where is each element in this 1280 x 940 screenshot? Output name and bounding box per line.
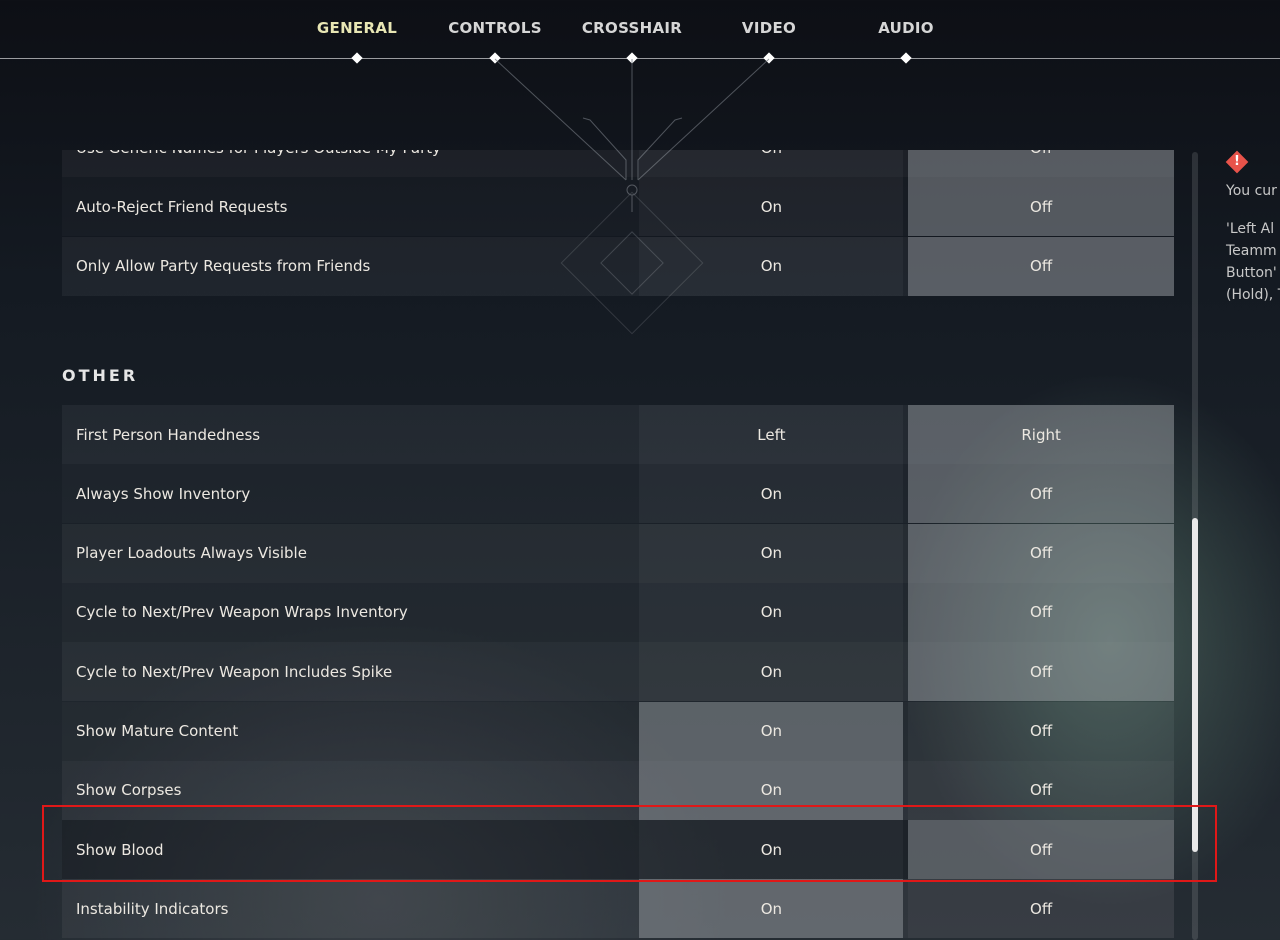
scrollbar-thumb[interactable] (1192, 518, 1198, 852)
tab-crosshair[interactable]: CROSSHAIR (582, 19, 682, 37)
setting-row: Cycle to Next/Prev Weapon Wraps Inventor… (62, 582, 1174, 642)
show-mature-content-option-off[interactable]: Off (908, 701, 1174, 761)
setting-label: Cycle to Next/Prev Weapon Includes Spike (76, 662, 393, 681)
auto-reject-friend-requests-option-off[interactable]: Off (908, 177, 1174, 237)
setting-label: Only Allow Party Requests from Friends (76, 257, 371, 276)
player-loadouts-always-visible-option-off[interactable]: Off (908, 523, 1174, 583)
setting-label: Cycle to Next/Prev Weapon Wraps Inventor… (76, 603, 408, 622)
player-loadouts-always-visible-option-on[interactable]: On (639, 523, 904, 583)
setting-label: Instability Indicators (76, 899, 229, 918)
tab-video[interactable]: VIDEO (742, 19, 796, 37)
setting-row: First Person Handedness Left Right (62, 405, 1174, 464)
cycle-to-next-prev-weapon-wraps-inventory-option-off[interactable]: Off (908, 582, 1174, 642)
warning-text-line: You cur (1226, 183, 1277, 199)
setting-row: Always Show Inventory On Off (62, 464, 1174, 524)
tab-controls[interactable]: CONTROLS (448, 19, 542, 37)
cycle-to-next-prev-weapon-includes-spike-option-off[interactable]: Off (908, 642, 1174, 702)
warning-text-line: (Hold), T (1226, 287, 1280, 303)
tab-marker-icon (489, 52, 501, 64)
setting-label: Player Loadouts Always Visible (76, 544, 307, 563)
always-show-inventory-option-on[interactable]: On (639, 464, 904, 524)
setting-row: Instability Indicators On Off (62, 879, 1174, 939)
always-show-inventory-option-off[interactable]: Off (908, 464, 1174, 524)
warning-icon: ! (1225, 150, 1249, 174)
tab-marker-icon (351, 52, 363, 64)
section-header-other: OTHER (62, 366, 139, 385)
instability-indicators-option-off[interactable]: Off (908, 879, 1174, 939)
first-person-handedness-option-right[interactable]: Right (908, 405, 1174, 464)
warning-text-line (1226, 202, 1280, 218)
setting-row: Player Loadouts Always Visible On Off (62, 523, 1174, 583)
setting-row: Use Generic Names for Players Outside My… (62, 150, 1174, 177)
tab-general[interactable]: GENERAL (317, 19, 397, 37)
setting-row: Auto-Reject Friend Requests On Off (62, 177, 1174, 237)
cycle-to-next-prev-weapon-wraps-inventory-option-on[interactable]: On (639, 582, 904, 642)
setting-row: Show Mature Content On Off (62, 701, 1174, 761)
show-mature-content-option-on[interactable]: On (639, 701, 904, 761)
nav-divider (0, 58, 1280, 59)
instability-indicators-option-on[interactable]: On (639, 879, 904, 939)
setting-label: Show Mature Content (76, 722, 239, 740)
only-allow-party-requests-from-friends-option-on[interactable]: On (639, 236, 904, 296)
first-person-handedness-option-left[interactable]: Left (639, 405, 904, 464)
setting-label: Always Show Inventory (76, 484, 251, 503)
highlight-box-show-blood (42, 805, 1217, 882)
tab-audio[interactable]: AUDIO (878, 19, 934, 37)
warning-text-line: 'Left Al (1226, 221, 1275, 237)
tab-marker-icon (626, 52, 638, 64)
setting-label: Use Generic Names for Players Outside My… (62, 150, 639, 177)
setting-label: First Person Handedness (76, 425, 261, 444)
only-allow-party-requests-from-friends-option-off[interactable]: Off (908, 236, 1174, 296)
setting-row: Only Allow Party Requests from Friends O… (62, 236, 1174, 296)
tab-marker-icon (763, 52, 775, 64)
setting-row: Cycle to Next/Prev Weapon Includes Spike… (62, 642, 1174, 702)
warning-text-line: Button' (1226, 265, 1277, 281)
use-generic-names-for-players-outside-my-party-option-on[interactable]: On (639, 150, 904, 177)
tab-marker-icon (900, 52, 912, 64)
auto-reject-friend-requests-option-on[interactable]: On (639, 177, 904, 237)
cycle-to-next-prev-weapon-includes-spike-option-on[interactable]: On (639, 642, 904, 702)
use-generic-names-for-players-outside-my-party-option-off[interactable]: Off (908, 150, 1174, 177)
warning-text-line: Teamm (1226, 243, 1277, 259)
setting-label: Auto-Reject Friend Requests (76, 197, 288, 216)
settings-nav: GENERAL CONTROLS CROSSHAIR VIDEO AUDIO (0, 0, 1280, 64)
keybind-warning-panel: ! You cur 'Left Al Teamm Button' (Hold), T (1225, 150, 1280, 306)
